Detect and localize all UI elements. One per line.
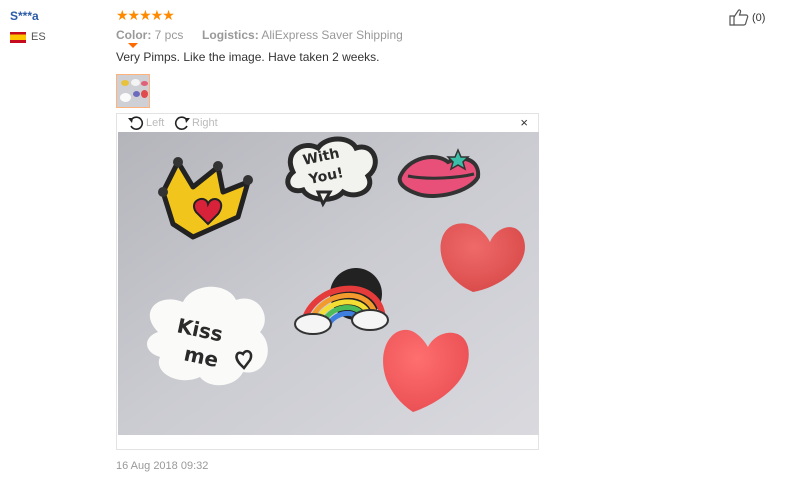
review-photo-thumbnail[interactable] [116,74,150,108]
color-value: 7 pcs [154,28,184,42]
rotate-left-button[interactable]: Left [127,115,164,131]
logistics-label: Logistics: [202,28,259,42]
color-label: Color: [116,28,152,42]
reviewer-country: ES [10,31,46,43]
kiss-me-cloud-charm: Kiss me [146,286,268,386]
review-meta: Color: 7 pcs Logistics: AliExpress Saver… [116,28,546,42]
review-text: Very Pimps. Like the image. Have taken 2… [116,50,380,64]
thumbnail-selected-arrow [128,43,138,48]
star-rating: ★★★★★ [116,7,175,23]
review-content: ★★★★★ Color: 7 pcs Logistics: AliExpress… [116,8,546,108]
reviewer-name: S***a [10,9,39,23]
rotate-left-label: Left [146,117,165,129]
rotate-left-icon [128,116,144,130]
thumbs-up-icon [729,9,749,26]
review-photo: With You! Kiss me [118,132,539,435]
helpful-count: (0) [752,11,766,24]
rotate-right-button[interactable]: Right [173,115,218,131]
rotate-right-label: Right [192,117,218,129]
country-code: ES [31,31,46,43]
helpful-button[interactable]: (0) [729,9,765,26]
reviewer-info: S***a ES [10,9,46,43]
review-date: 16 Aug 2018 09:32 [116,460,209,472]
photo-viewer: Left Right × With You! Kiss me [116,113,539,450]
spain-flag-icon [10,31,26,43]
logistics-value: AliExpress Saver Shipping [261,28,403,42]
rotate-right-icon [174,116,190,130]
close-icon[interactable]: × [520,115,528,130]
viewer-toolbar: Left Right × [117,114,538,132]
